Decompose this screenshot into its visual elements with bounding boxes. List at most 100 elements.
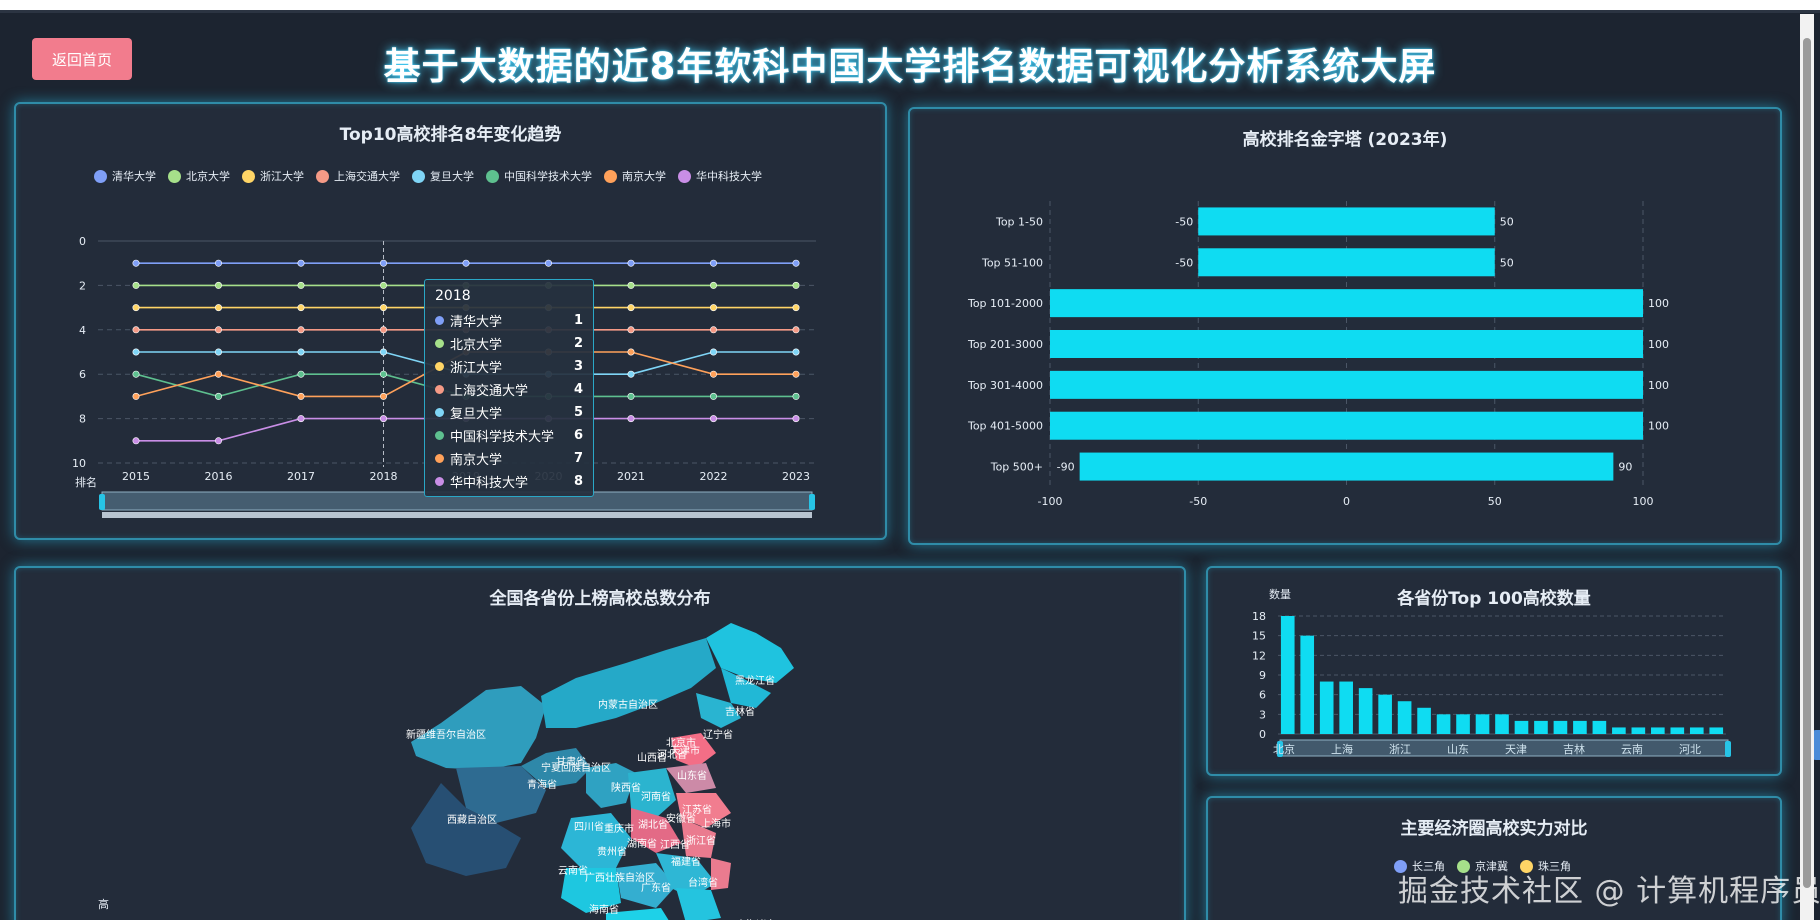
- trend-point[interactable]: [215, 304, 223, 312]
- top100-bar[interactable]: [1378, 694, 1392, 734]
- pyramid-bar[interactable]: [1198, 207, 1495, 236]
- trend-point[interactable]: [379, 392, 387, 400]
- top100-bar[interactable]: [1495, 714, 1509, 734]
- top100-bar[interactable]: [1397, 701, 1412, 734]
- trend-datazoom-handle-left[interactable]: [99, 494, 105, 510]
- trend-point[interactable]: [132, 281, 140, 289]
- trend-point[interactable]: [132, 348, 140, 356]
- pyramid-bar[interactable]: [1050, 289, 1643, 318]
- trend-point[interactable]: [297, 348, 305, 356]
- trend-point[interactable]: [132, 304, 140, 312]
- top100-bar[interactable]: [1436, 714, 1451, 734]
- top100-bar[interactable]: [1534, 720, 1548, 734]
- top100-bar[interactable]: [1514, 720, 1529, 734]
- trend-point[interactable]: [132, 370, 140, 378]
- trend-point[interactable]: [215, 348, 223, 356]
- trend-point[interactable]: [709, 281, 717, 289]
- trend-point[interactable]: [379, 415, 387, 423]
- trend-point[interactable]: [215, 437, 223, 445]
- trend-point[interactable]: [215, 259, 223, 267]
- trend-point[interactable]: [379, 304, 387, 312]
- trend-point[interactable]: [627, 304, 635, 312]
- trend-point[interactable]: [792, 259, 800, 267]
- trend-point[interactable]: [297, 415, 305, 423]
- trend-point[interactable]: [792, 304, 800, 312]
- top100-datazoom-handle-right[interactable]: [1725, 741, 1731, 757]
- top100-chart[interactable]: 0 3 6 9 12 15 18数量北京 上海 浙江 山东 天津 吉林 云南 河北: [1208, 568, 1784, 778]
- trend-point[interactable]: [627, 348, 635, 356]
- pyramid-bar[interactable]: [1050, 330, 1643, 358]
- trend-point[interactable]: [215, 326, 223, 334]
- trend-datazoom-handle-right[interactable]: [809, 494, 815, 510]
- trend-point[interactable]: [132, 437, 140, 445]
- trend-point[interactable]: [709, 415, 717, 423]
- china-map[interactable]: 黑龙江省吉林省辽宁省内蒙古自治区新疆维吾尔自治区甘肃省宁夏回族自治区青海省西藏自…: [16, 568, 1188, 920]
- trend-point[interactable]: [297, 259, 305, 267]
- trend-point[interactable]: [379, 259, 387, 267]
- top100-bar[interactable]: [1709, 727, 1724, 734]
- trend-point[interactable]: [792, 326, 800, 334]
- trend-point[interactable]: [627, 392, 635, 400]
- scrollbar-thumb[interactable]: [1803, 38, 1811, 888]
- trend-point[interactable]: [215, 392, 223, 400]
- trend-point[interactable]: [544, 259, 552, 267]
- trend-point[interactable]: [297, 326, 305, 334]
- top100-bar[interactable]: [1475, 714, 1490, 734]
- top100-bar[interactable]: [1592, 720, 1607, 734]
- trend-point[interactable]: [709, 304, 717, 312]
- trend-point[interactable]: [792, 415, 800, 423]
- top100-bar[interactable]: [1319, 681, 1334, 734]
- trend-point[interactable]: [132, 392, 140, 400]
- trend-point[interactable]: [379, 348, 387, 356]
- top100-bar[interactable]: [1651, 727, 1665, 734]
- map-province-label: 安徽省: [666, 812, 696, 825]
- trend-point[interactable]: [792, 392, 800, 400]
- trend-point[interactable]: [379, 326, 387, 334]
- trend-point[interactable]: [627, 415, 635, 423]
- trend-point[interactable]: [709, 259, 717, 267]
- trend-point[interactable]: [462, 259, 470, 267]
- trend-point[interactable]: [792, 281, 800, 289]
- trend-point[interactable]: [709, 392, 717, 400]
- page-scrollbar[interactable]: [1800, 14, 1814, 920]
- pyramid-chart[interactable]: -100 -50 0 50 100 Top 1-50 -50 50 Top 51-100 -50 5…: [910, 109, 1784, 547]
- trend-point[interactable]: [627, 259, 635, 267]
- top100-bar[interactable]: [1456, 714, 1470, 734]
- top100-bar[interactable]: [1612, 727, 1626, 734]
- top100-bar[interactable]: [1553, 720, 1568, 734]
- trend-point[interactable]: [627, 326, 635, 334]
- trend-point[interactable]: [379, 370, 387, 378]
- trend-point[interactable]: [132, 259, 140, 267]
- trend-datazoom-bar[interactable]: [102, 512, 812, 518]
- pyramid-bar[interactable]: [1050, 411, 1643, 440]
- trend-point[interactable]: [297, 392, 305, 400]
- trend-point[interactable]: [379, 281, 387, 289]
- top100-bar[interactable]: [1631, 727, 1646, 734]
- pyramid-bar[interactable]: [1079, 452, 1614, 481]
- trend-point[interactable]: [792, 348, 800, 356]
- trend-point[interactable]: [215, 370, 223, 378]
- top100-bar[interactable]: [1417, 707, 1431, 734]
- top100-bar[interactable]: [1573, 720, 1587, 734]
- trend-point[interactable]: [215, 281, 223, 289]
- top100-y-tick: 9: [1259, 669, 1266, 682]
- tooltip-value: 7: [573, 451, 583, 466]
- trend-point[interactable]: [297, 370, 305, 378]
- trend-point[interactable]: [132, 326, 140, 334]
- top100-bar[interactable]: [1689, 727, 1704, 734]
- top100-bar[interactable]: [1339, 681, 1353, 734]
- pyramid-bar[interactable]: [1198, 248, 1495, 277]
- trend-point[interactable]: [627, 281, 635, 289]
- trend-point[interactable]: [297, 281, 305, 289]
- trend-point[interactable]: [709, 348, 717, 356]
- trend-point[interactable]: [709, 326, 717, 334]
- top100-bar[interactable]: [1280, 616, 1295, 734]
- trend-point[interactable]: [297, 304, 305, 312]
- trend-point[interactable]: [792, 370, 800, 378]
- top100-bar[interactable]: [1670, 727, 1685, 734]
- trend-point[interactable]: [627, 370, 635, 378]
- pyramid-bar[interactable]: [1050, 370, 1643, 399]
- top100-bar[interactable]: [1300, 635, 1315, 734]
- trend-point[interactable]: [709, 370, 717, 378]
- top100-bar[interactable]: [1358, 688, 1373, 734]
